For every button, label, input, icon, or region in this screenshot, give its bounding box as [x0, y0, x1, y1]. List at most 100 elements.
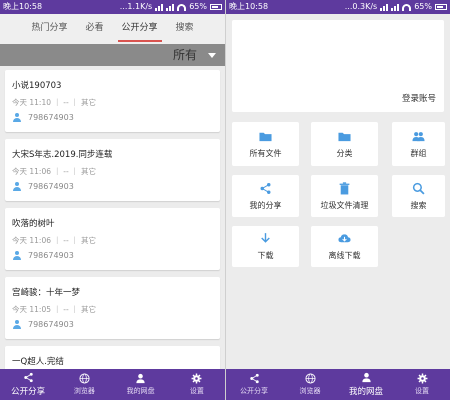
battery-icon [435, 4, 447, 10]
folder-icon [259, 132, 272, 141]
share-icon [260, 182, 271, 194]
bottom-nav: 公开分享 浏览器 我的网盘 设置 [0, 369, 225, 400]
share-title: 大宋S年志.2019.同步连载 [12, 150, 113, 160]
share-user: 798674903 [28, 182, 74, 191]
user-icon [12, 113, 21, 122]
share-icon [23, 372, 33, 383]
person-icon [361, 372, 371, 383]
globe-icon [304, 373, 316, 384]
filter-label: 所有 [172, 48, 197, 62]
share-title: 吹落的树叶 [12, 219, 55, 229]
filter-dropdown[interactable]: 所有 [0, 44, 225, 66]
share-card[interactable]: 小说190703 今天 11:10 ｜ -- ｜ 其它 798674903 [5, 70, 220, 132]
tab-hot-shares[interactable]: 热门分享 [25, 14, 73, 44]
nav-public-shares[interactable]: 公开分享 [0, 369, 56, 400]
share-title: 宫崎骏：十年一梦 [12, 288, 81, 298]
tile-label: 搜索 [410, 200, 427, 210]
tab-must-see[interactable]: 必看 [79, 14, 109, 44]
share-user: 798674903 [28, 251, 74, 260]
caret-down-icon [208, 53, 216, 58]
share-meta: 今天 11:05 ｜ -- ｜ 其它 [12, 305, 96, 314]
share-icon [249, 373, 259, 384]
share-list: 小说190703 今天 11:10 ｜ -- ｜ 其它 798674903 大宋… [5, 70, 220, 400]
tile-label: 垃圾文件清理 [320, 200, 369, 210]
nav-label: 设置 [415, 387, 429, 395]
share-tabs: 热门分享 必看 公开分享 搜索 [0, 14, 225, 44]
user-icon [12, 182, 21, 191]
share-meta: 今天 11:06 ｜ -- ｜ 其它 [12, 236, 96, 245]
nav-label: 我的网盘 [348, 387, 383, 397]
share-user: 798674903 [28, 320, 74, 329]
folder-icon [338, 132, 351, 141]
share-card[interactable]: 宫崎骏：十年一梦 今天 11:05 ｜ -- ｜ 其它 798674903 [5, 277, 220, 339]
signal-icon-2 [391, 3, 400, 11]
battery-percent: 65% [189, 2, 207, 11]
tab-public-shares[interactable]: 公开分享 [116, 14, 164, 44]
tile-junk-cleanup[interactable]: 垃圾文件清理 [311, 175, 378, 217]
status-time: 晚上10:58 [229, 2, 269, 11]
share-title: 一Q超人.完结 [12, 357, 64, 367]
signal-icon-2 [166, 3, 175, 11]
nav-my-drive[interactable]: 我的网盘 [338, 369, 394, 400]
signal-icon [155, 3, 164, 11]
nav-browser[interactable]: 浏览器 [282, 369, 338, 400]
tile-label: 所有文件 [249, 148, 282, 158]
share-card[interactable]: 大宋S年志.2019.同步连载 今天 11:06 ｜ -- ｜ 其它 79867… [5, 139, 220, 201]
tile-label: 群组 [410, 148, 427, 158]
share-title: 小说190703 [12, 81, 62, 91]
left-screen: 晚上10:58 ...1.1K/s 65% 热门分享 必看 公开分享 搜索 所有… [0, 0, 225, 400]
battery-percent: 65% [414, 2, 432, 11]
tile-label: 分类 [336, 148, 353, 158]
nav-my-drive[interactable]: 我的网盘 [113, 369, 169, 400]
nav-label: 我的网盘 [126, 387, 155, 395]
nav-label: 浏览器 [299, 387, 321, 395]
nav-settings[interactable]: 设置 [169, 369, 225, 400]
share-card[interactable]: 吹落的树叶 今天 11:06 ｜ -- ｜ 其它 798674903 [5, 208, 220, 270]
status-time: 晚上10:58 [3, 2, 43, 11]
trash-icon [339, 181, 350, 194]
signal-icon [380, 3, 389, 11]
share-user: 798674903 [28, 113, 74, 122]
gear-icon [191, 373, 202, 384]
nav-label: 公开分享 [240, 387, 268, 395]
account-header: 登录账号 [232, 20, 444, 112]
wifi-icon [177, 3, 187, 11]
tile-search[interactable]: 搜索 [392, 175, 445, 217]
tab-search[interactable]: 搜索 [170, 14, 200, 44]
tile-all-files[interactable]: 所有文件 [232, 122, 299, 166]
tile-label: 我的分享 [249, 200, 282, 210]
nav-settings[interactable]: 设置 [394, 369, 450, 400]
network-speed: ...0.3K/s [344, 2, 378, 11]
nav-label: 设置 [189, 387, 204, 395]
tile-groups[interactable]: 群组 [392, 122, 445, 166]
search-icon [412, 182, 425, 195]
nav-label: 浏览器 [73, 387, 95, 395]
person-icon [136, 373, 145, 384]
tile-categories[interactable]: 分类 [311, 122, 378, 166]
nav-public-shares[interactable]: 公开分享 [226, 369, 282, 400]
user-icon [12, 320, 21, 329]
login-link[interactable]: 登录账号 [402, 92, 436, 104]
wifi-icon [402, 3, 412, 11]
group-icon [412, 131, 425, 141]
status-bar: 晚上10:58 ...0.3K/s 65% [226, 0, 450, 14]
globe-icon [79, 373, 90, 384]
share-meta: 今天 11:06 ｜ -- ｜ 其它 [12, 167, 96, 176]
tile-offline-download[interactable]: 离线下载 [311, 226, 378, 267]
status-bar: 晚上10:58 ...1.1K/s 65% [0, 0, 225, 14]
tile-download[interactable]: 下载 [232, 226, 299, 267]
nav-browser[interactable]: 浏览器 [56, 369, 112, 400]
tile-my-shares[interactable]: 我的分享 [232, 175, 299, 217]
bottom-nav: 公开分享 浏览器 我的网盘 设置 [226, 369, 450, 400]
right-screen: 晚上10:58 ...0.3K/s 65% 登录账号 所有文件 分类 群组 我的… [225, 0, 450, 400]
gear-icon [417, 373, 427, 384]
cloud-download-icon [338, 234, 351, 243]
download-icon [261, 233, 270, 243]
user-icon [12, 251, 21, 260]
nav-label: 公开分享 [11, 387, 46, 397]
network-speed: ...1.1K/s [119, 2, 153, 11]
battery-icon [210, 4, 222, 10]
tile-label: 离线下载 [328, 251, 361, 260]
tile-label: 下载 [257, 251, 274, 260]
share-meta: 今天 11:10 ｜ -- ｜ 其它 [12, 98, 96, 107]
